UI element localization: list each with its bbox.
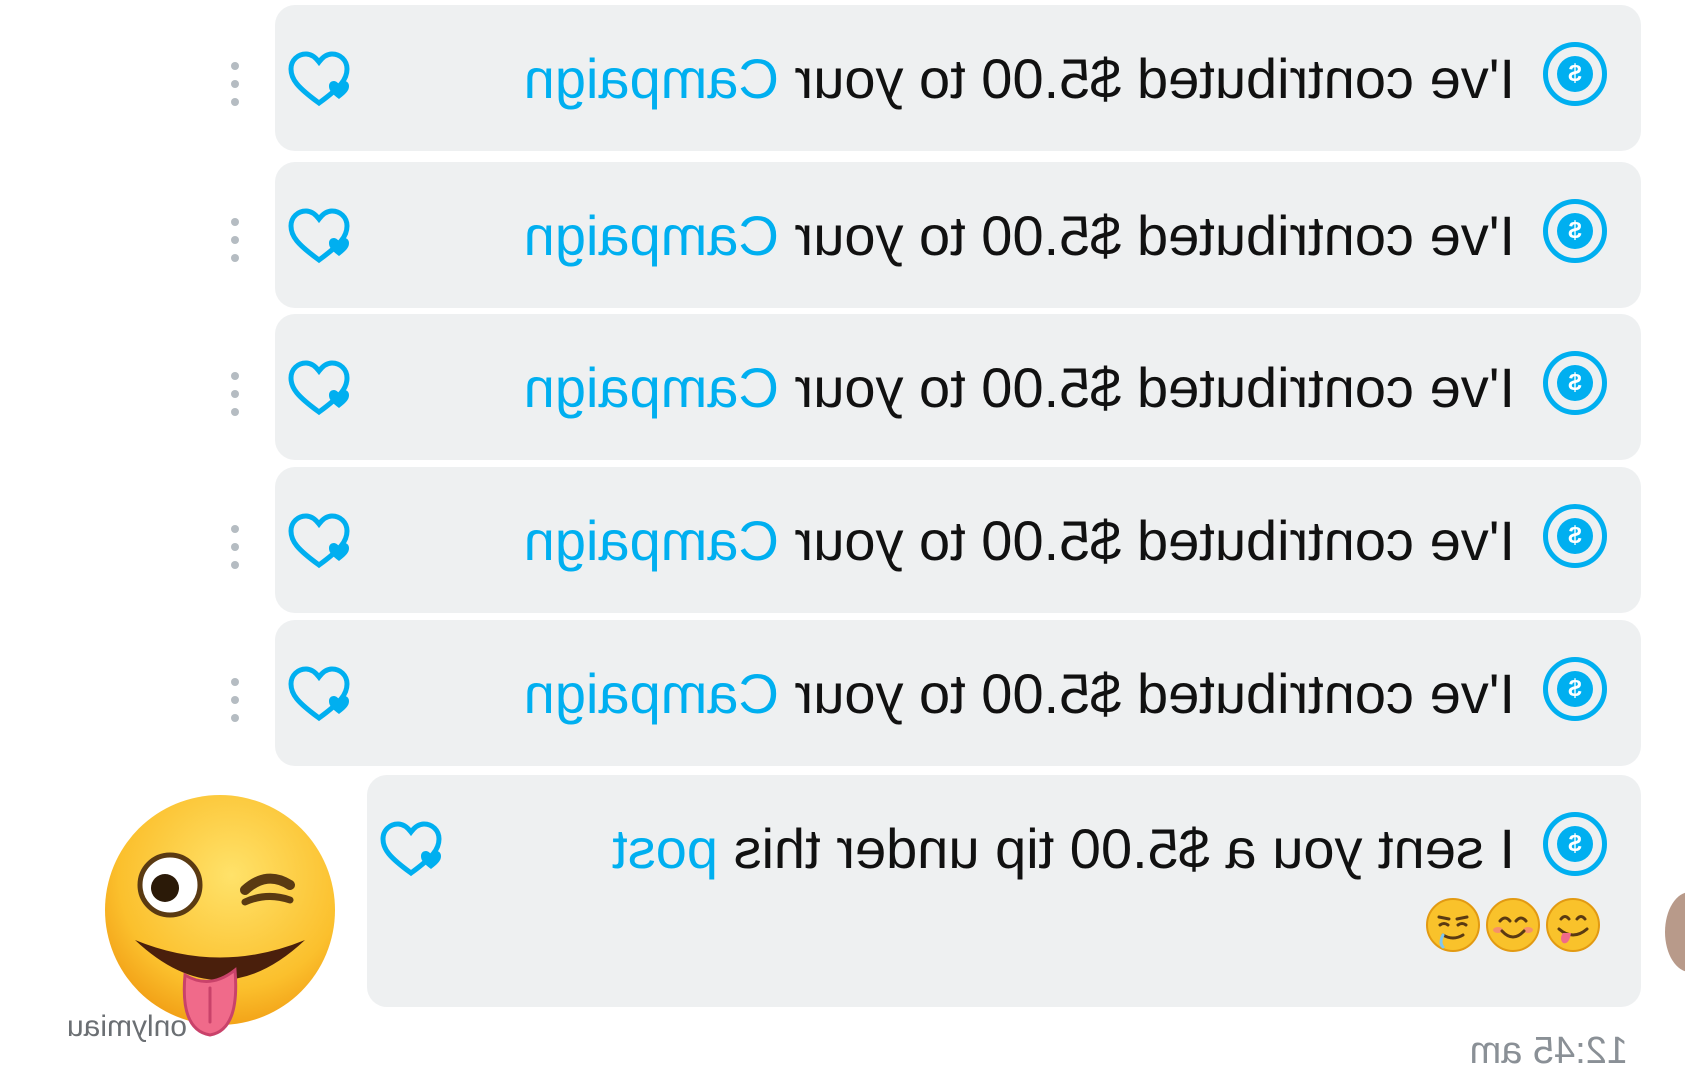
message-text: I've contributed $5.00 to your Campaign [524, 662, 1515, 725]
emoji-row [1425, 897, 1601, 953]
tip-message-bubble: $ I sent you a $5.00 tip under this post [367, 775, 1641, 1007]
tip-message-text: I sent you a $5.00 tip under this post [612, 817, 1515, 880]
campaign-link[interactable]: Campaign [524, 509, 779, 572]
winking-face-with-tongue-emoji [105, 795, 335, 1037]
more-vertical-icon[interactable] [230, 218, 240, 262]
tip-message-body: I sent you a $5.00 tip under this [718, 817, 1515, 880]
campaign-link[interactable]: Campaign [524, 47, 779, 110]
chat-message-bubble: $ I've contributed $5.00 to your Campaig… [275, 314, 1641, 460]
message-text: I've contributed $5.00 to your Campaign [524, 47, 1515, 110]
chat-message-bubble: $ I've contributed $5.00 to your Campaig… [275, 5, 1641, 151]
message-body: I've contributed $5.00 to your [778, 509, 1515, 572]
message-body: I've contributed $5.00 to your [778, 662, 1515, 725]
message-text: I've contributed $5.00 to your Campaign [524, 509, 1515, 572]
message-body: I've contributed $5.00 to your [778, 204, 1515, 267]
message-body: I've contributed $5.00 to your [778, 47, 1515, 110]
heart-like-icon[interactable] [287, 664, 351, 728]
message-text: I've contributed $5.00 to your Campaign [524, 204, 1515, 267]
heart-like-icon[interactable] [287, 206, 351, 270]
more-vertical-icon[interactable] [230, 62, 240, 106]
more-vertical-icon[interactable] [230, 372, 240, 416]
watermark-text: onlymiau [66, 1010, 187, 1043]
campaign-link[interactable]: Campaign [524, 204, 779, 267]
chat-view-mirrored: $ I've contributed $5.00 to your Campaig… [0, 0, 1685, 1079]
dollar-circle-icon: $ [1543, 812, 1607, 876]
post-link[interactable]: post [612, 817, 718, 880]
more-vertical-icon[interactable] [230, 678, 240, 722]
chat-message-bubble: $ I've contributed $5.00 to your Campaig… [275, 467, 1641, 613]
dollar-circle-icon: $ [1543, 199, 1607, 263]
dollar-circle-icon: $ [1543, 504, 1607, 568]
heart-like-icon[interactable] [287, 49, 351, 113]
message-body: I've contributed $5.00 to your [778, 356, 1515, 419]
smiling-face-with-smiling-eyes-emoji [1486, 898, 1540, 952]
avatar[interactable] [1665, 892, 1685, 972]
relieved-face-emoji [1426, 898, 1480, 952]
dollar-circle-icon: $ [1543, 351, 1607, 415]
chat-message-bubble: $ I've contributed $5.00 to your Campaig… [275, 620, 1641, 766]
dollar-circle-icon: $ [1543, 42, 1607, 106]
message-timestamp: 12:45 am [1469, 1030, 1628, 1072]
dollar-circle-icon: $ [1543, 657, 1607, 721]
message-text: I've contributed $5.00 to your Campaign [524, 356, 1515, 419]
heart-like-icon[interactable] [287, 358, 351, 422]
heart-like-icon[interactable] [379, 819, 443, 883]
heart-like-icon[interactable] [287, 511, 351, 575]
face-savoring-food-emoji [1546, 898, 1600, 952]
chat-message-bubble: $ I've contributed $5.00 to your Campaig… [275, 162, 1641, 308]
campaign-link[interactable]: Campaign [524, 662, 779, 725]
campaign-link[interactable]: Campaign [524, 356, 779, 419]
more-vertical-icon[interactable] [230, 525, 240, 569]
